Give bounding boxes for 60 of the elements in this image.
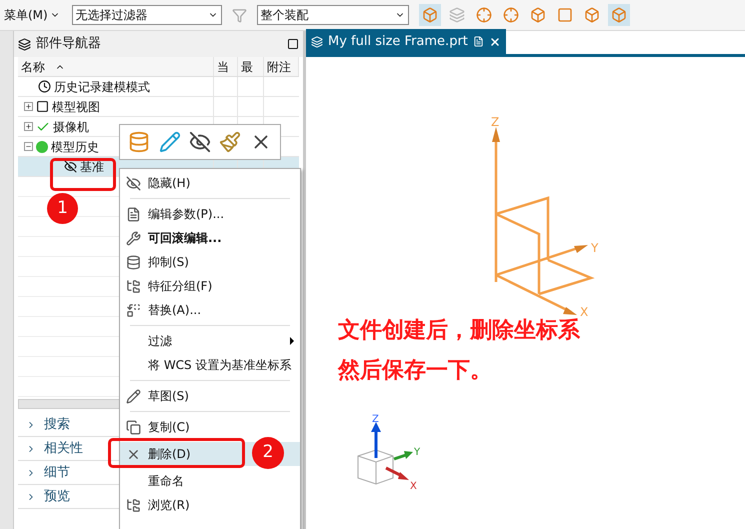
- collapse-icon[interactable]: [24, 142, 33, 151]
- menu-item[interactable]: 替换(A)...: [120, 298, 300, 322]
- menu-item[interactable]: 特征分组(F): [120, 274, 300, 298]
- toolbar-button[interactable]: [608, 4, 630, 26]
- panel-title: 部件导航器: [36, 35, 102, 54]
- tree-label: 基准: [80, 158, 104, 176]
- document-icon[interactable]: [472, 36, 484, 47]
- menu-item[interactable]: 复制(C): [120, 415, 300, 439]
- tree-label: 历史记录建模模式: [54, 78, 150, 96]
- menu-item-icon: [126, 420, 140, 434]
- menu-item-icon: [126, 278, 140, 294]
- expand-icon[interactable]: [24, 122, 33, 131]
- tree-label: 模型历史: [51, 138, 99, 156]
- view-icon: [36, 100, 49, 113]
- menu-item-icon: [126, 176, 140, 190]
- filter-icon[interactable]: [232, 8, 247, 22]
- column-header[interactable]: 名称: [18, 57, 214, 76]
- document-tab[interactable]: My full size Frame.prt: [306, 29, 506, 54]
- tree-row[interactable]: 模型视图: [18, 97, 299, 117]
- tree-label: 模型视图: [52, 98, 100, 116]
- submenu-arrow-icon: [290, 337, 294, 345]
- menu-item[interactable]: 抑制(S): [120, 250, 300, 274]
- brush-icon[interactable]: [219, 131, 242, 153]
- column-header[interactable]: 附注: [264, 57, 299, 76]
- tree-label: 摄像机: [53, 118, 89, 136]
- menu-button[interactable]: 菜单(M): [2, 6, 62, 24]
- toolbar-button[interactable]: [418, 4, 441, 26]
- annotation-text: 然后保存一下。: [338, 357, 493, 385]
- navigator-icon: [18, 38, 31, 50]
- sketch-icon[interactable]: [158, 131, 181, 153]
- menu-item[interactable]: 浏览(R): [120, 493, 300, 517]
- part-icon: [311, 36, 323, 48]
- menu-item[interactable]: 过滤: [120, 329, 300, 353]
- scope-dropdown[interactable]: 整个装配: [256, 5, 409, 25]
- close-icon[interactable]: [488, 36, 501, 48]
- menu-item-icon: [126, 254, 140, 270]
- menu-item[interactable]: 可回滚编辑...: [120, 226, 300, 250]
- column-header[interactable]: 最: [238, 57, 264, 76]
- maximize-icon[interactable]: [287, 38, 299, 50]
- hide-icon[interactable]: [188, 131, 211, 153]
- datum-frame-drawing: Z Y X: [476, 112, 606, 317]
- menu-item[interactable]: 将 WCS 设置为基准坐标系: [120, 353, 300, 377]
- clock-icon: [38, 80, 51, 93]
- column-header[interactable]: 当: [214, 57, 238, 76]
- menu-item-icon: [126, 302, 140, 318]
- menu-item[interactable]: 重命名: [120, 469, 300, 493]
- annotation-text: 文件创建后，删除坐标系: [338, 317, 580, 345]
- highlight-frame: [50, 158, 116, 191]
- menu-item[interactable]: 草图(S): [120, 384, 300, 408]
- menu-item-icon: [126, 498, 140, 512]
- expand-icon[interactable]: [24, 102, 33, 111]
- axis-triad-drawing: Z Y X: [346, 414, 426, 494]
- tree-row[interactable]: 历史记录建模模式: [18, 77, 299, 97]
- menu-item-icon: [126, 230, 140, 246]
- graphics-canvas[interactable]: Z Y X 文件创建后，删除坐标系 然后保存一下。 Z Y X: [306, 57, 745, 529]
- menu-item[interactable]: 编辑参数(P)...: [120, 202, 300, 226]
- menu-item-icon: [126, 388, 140, 404]
- menu-item-icon: [126, 206, 140, 222]
- edit-parameters-icon[interactable]: [128, 131, 150, 153]
- selection-filter-dropdown[interactable]: 无选择过滤器: [72, 5, 222, 25]
